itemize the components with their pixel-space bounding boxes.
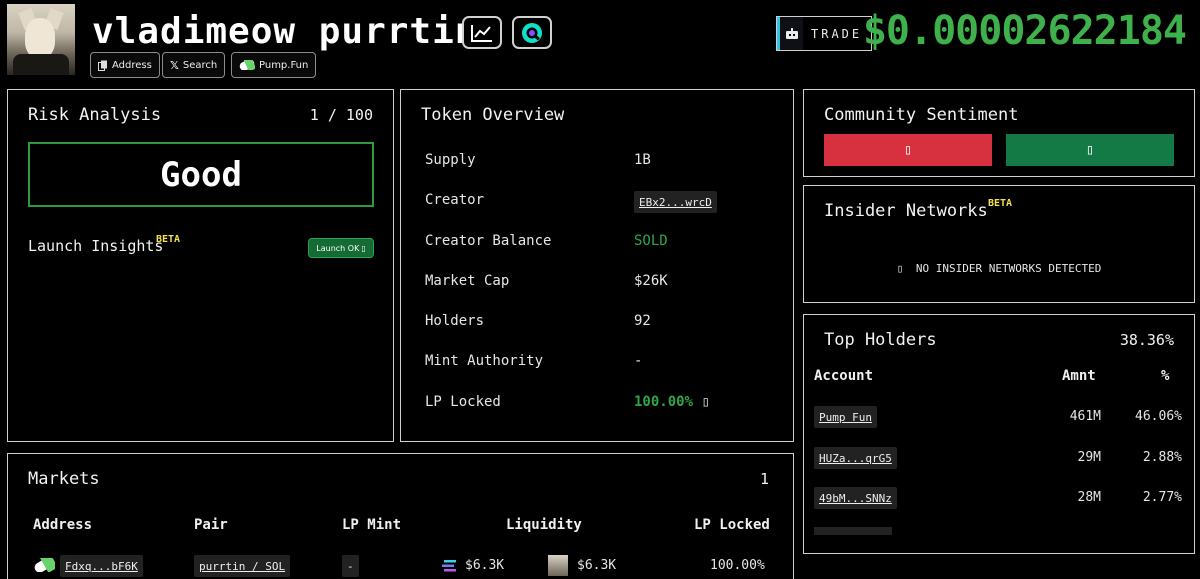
supply-label: Supply bbox=[425, 152, 476, 168]
holder-account-link[interactable]: 49bM...SNNz bbox=[814, 487, 897, 509]
insider-beta-badge: BETA bbox=[988, 198, 1013, 209]
thumbs-up-icon: ▯ bbox=[1085, 142, 1095, 158]
x-logo-icon: 𝕏 bbox=[170, 58, 179, 72]
insider-networks-title: Insider Networks bbox=[824, 201, 988, 221]
holders-label: Holders bbox=[425, 313, 485, 329]
holders-col-amount: Amnt bbox=[1062, 368, 1096, 384]
creator-label: Creator bbox=[425, 192, 485, 208]
token-name: vladimeow purrtin bbox=[92, 11, 478, 52]
holder-pct: 46.06% bbox=[1135, 409, 1182, 424]
solana-icon bbox=[442, 560, 456, 572]
network-icon: ▯ bbox=[896, 262, 904, 275]
thumbs-down-icon: ▯ bbox=[903, 142, 913, 158]
launch-insights-beta-badge: BETA bbox=[156, 234, 181, 245]
holder-pct: 2.88% bbox=[1142, 450, 1182, 465]
holder-amount: 461M bbox=[1069, 409, 1101, 424]
markets-col-liquidity: Liquidity bbox=[506, 517, 582, 533]
markets-count: 1 bbox=[759, 470, 769, 488]
market-cap-value: $26K bbox=[634, 273, 668, 289]
markets-col-lp-mint: LP Mint bbox=[342, 517, 402, 533]
top-holders-title: Top Holders bbox=[824, 330, 937, 350]
community-sentiment-title: Community Sentiment bbox=[824, 105, 1019, 125]
lp-locked-pct: 100.00% bbox=[634, 394, 694, 410]
lock-icon: ▯ bbox=[701, 394, 710, 410]
pill-icon bbox=[34, 558, 55, 572]
markets-col-lp-locked: LP Locked bbox=[694, 517, 770, 533]
chart-line-icon bbox=[471, 24, 492, 42]
lp-locked-value: 100.00% ▯ bbox=[634, 394, 710, 410]
market-lp-mint: - bbox=[342, 555, 359, 577]
holder-amount: 29M bbox=[1077, 450, 1101, 465]
q-logo-icon bbox=[522, 22, 542, 43]
holder-row-partial bbox=[814, 527, 892, 535]
insider-empty-message: NO INSIDER NETWORKS DETECTED bbox=[915, 262, 1102, 275]
creator-balance-value: SOLD bbox=[634, 233, 668, 249]
vote-down-button[interactable]: ▯ bbox=[824, 134, 992, 166]
insider-empty-state: ▯ NO INSIDER NETWORKS DETECTED bbox=[804, 262, 1194, 275]
markets-col-pair: Pair bbox=[194, 517, 228, 533]
community-sentiment-panel: Community Sentiment ▯ ▯ bbox=[803, 89, 1195, 177]
risk-analysis-title: Risk Analysis bbox=[28, 105, 162, 125]
trade-button[interactable]: TRADE bbox=[776, 16, 872, 51]
holders-col-account: Account bbox=[814, 368, 874, 384]
token-mini-avatar bbox=[548, 555, 568, 576]
avatar-face bbox=[25, 18, 55, 58]
risk-rating-box: Good bbox=[28, 142, 374, 207]
top-holders-total: 38.36% bbox=[1119, 331, 1174, 349]
top-holders-panel: Top Holders 38.36% Account Amnt % Pump F… bbox=[803, 314, 1195, 554]
check-icon: ▯ bbox=[361, 243, 366, 253]
launch-ok-label: Launch OK bbox=[316, 243, 360, 253]
holder-pct: 2.77% bbox=[1142, 490, 1182, 505]
holder-amount: 28M bbox=[1077, 490, 1101, 505]
mint-authority-label: Mint Authority bbox=[425, 353, 544, 369]
pumpfun-chip[interactable]: Pump.Fun bbox=[231, 52, 317, 78]
launch-insights-label: Launch Insights bbox=[28, 237, 164, 255]
token-overview-title: Token Overview bbox=[421, 105, 565, 125]
address-chip[interactable]: Address bbox=[90, 52, 160, 78]
avatar-body bbox=[13, 54, 69, 75]
pumpfun-chip-label: Pump.Fun bbox=[259, 59, 309, 71]
copy-icon bbox=[98, 60, 107, 71]
pill-icon bbox=[239, 60, 255, 70]
risk-analysis-panel: Risk Analysis 1 / 100 Good Launch Insigh… bbox=[7, 89, 394, 442]
creator-balance-label: Creator Balance bbox=[425, 233, 552, 249]
qr-scan-button[interactable] bbox=[512, 16, 552, 49]
risk-rating: Good bbox=[160, 154, 242, 195]
launch-ok-badge[interactable]: Launch OK ▯ bbox=[308, 238, 374, 258]
token-avatar bbox=[7, 4, 75, 75]
market-lp-locked: 100.00% bbox=[710, 558, 765, 573]
vote-up-button[interactable]: ▯ bbox=[1006, 134, 1174, 166]
market-cap-label: Market Cap bbox=[425, 273, 510, 289]
markets-panel: Markets 1 Address Pair LP Mint Liquidity… bbox=[7, 453, 794, 579]
creator-address-link[interactable]: EBx2...wrcD bbox=[634, 191, 717, 213]
lp-locked-label: LP Locked bbox=[425, 394, 501, 410]
mint-authority-value: - bbox=[634, 353, 643, 369]
market-pair-link[interactable]: purrtin / SOL bbox=[194, 555, 291, 577]
token-overview-panel: Token Overview Supply 1B Creator EBx2...… bbox=[400, 89, 794, 442]
trade-button-label: TRADE bbox=[811, 26, 863, 41]
market-liquidity-sol: $6.3K bbox=[465, 558, 505, 573]
search-chip-label: Search bbox=[182, 59, 218, 71]
market-address-link[interactable]: Fdxq...bF6K bbox=[60, 555, 143, 577]
holder-account-link[interactable]: HUZa...qrG5 bbox=[814, 447, 897, 469]
supply-value: 1B bbox=[634, 152, 651, 168]
holder-account-link[interactable]: Pump Fun bbox=[814, 406, 877, 428]
markets-col-address: Address bbox=[33, 517, 93, 533]
holders-value: 92 bbox=[634, 313, 651, 329]
insider-networks-panel: Insider Networks BETA ▯ NO INSIDER NETWO… bbox=[803, 185, 1195, 303]
holders-col-pct: % bbox=[1161, 368, 1170, 384]
risk-score: 1 / 100 bbox=[309, 106, 373, 124]
token-price: $0.00002622184 bbox=[862, 8, 1187, 54]
search-chip[interactable]: 𝕏 Search bbox=[162, 52, 226, 78]
market-liquidity-token: $6.3K bbox=[577, 558, 617, 573]
robot-icon bbox=[777, 17, 803, 50]
chart-button[interactable] bbox=[462, 16, 502, 49]
markets-title: Markets bbox=[28, 469, 100, 489]
address-chip-label: Address bbox=[112, 59, 152, 71]
